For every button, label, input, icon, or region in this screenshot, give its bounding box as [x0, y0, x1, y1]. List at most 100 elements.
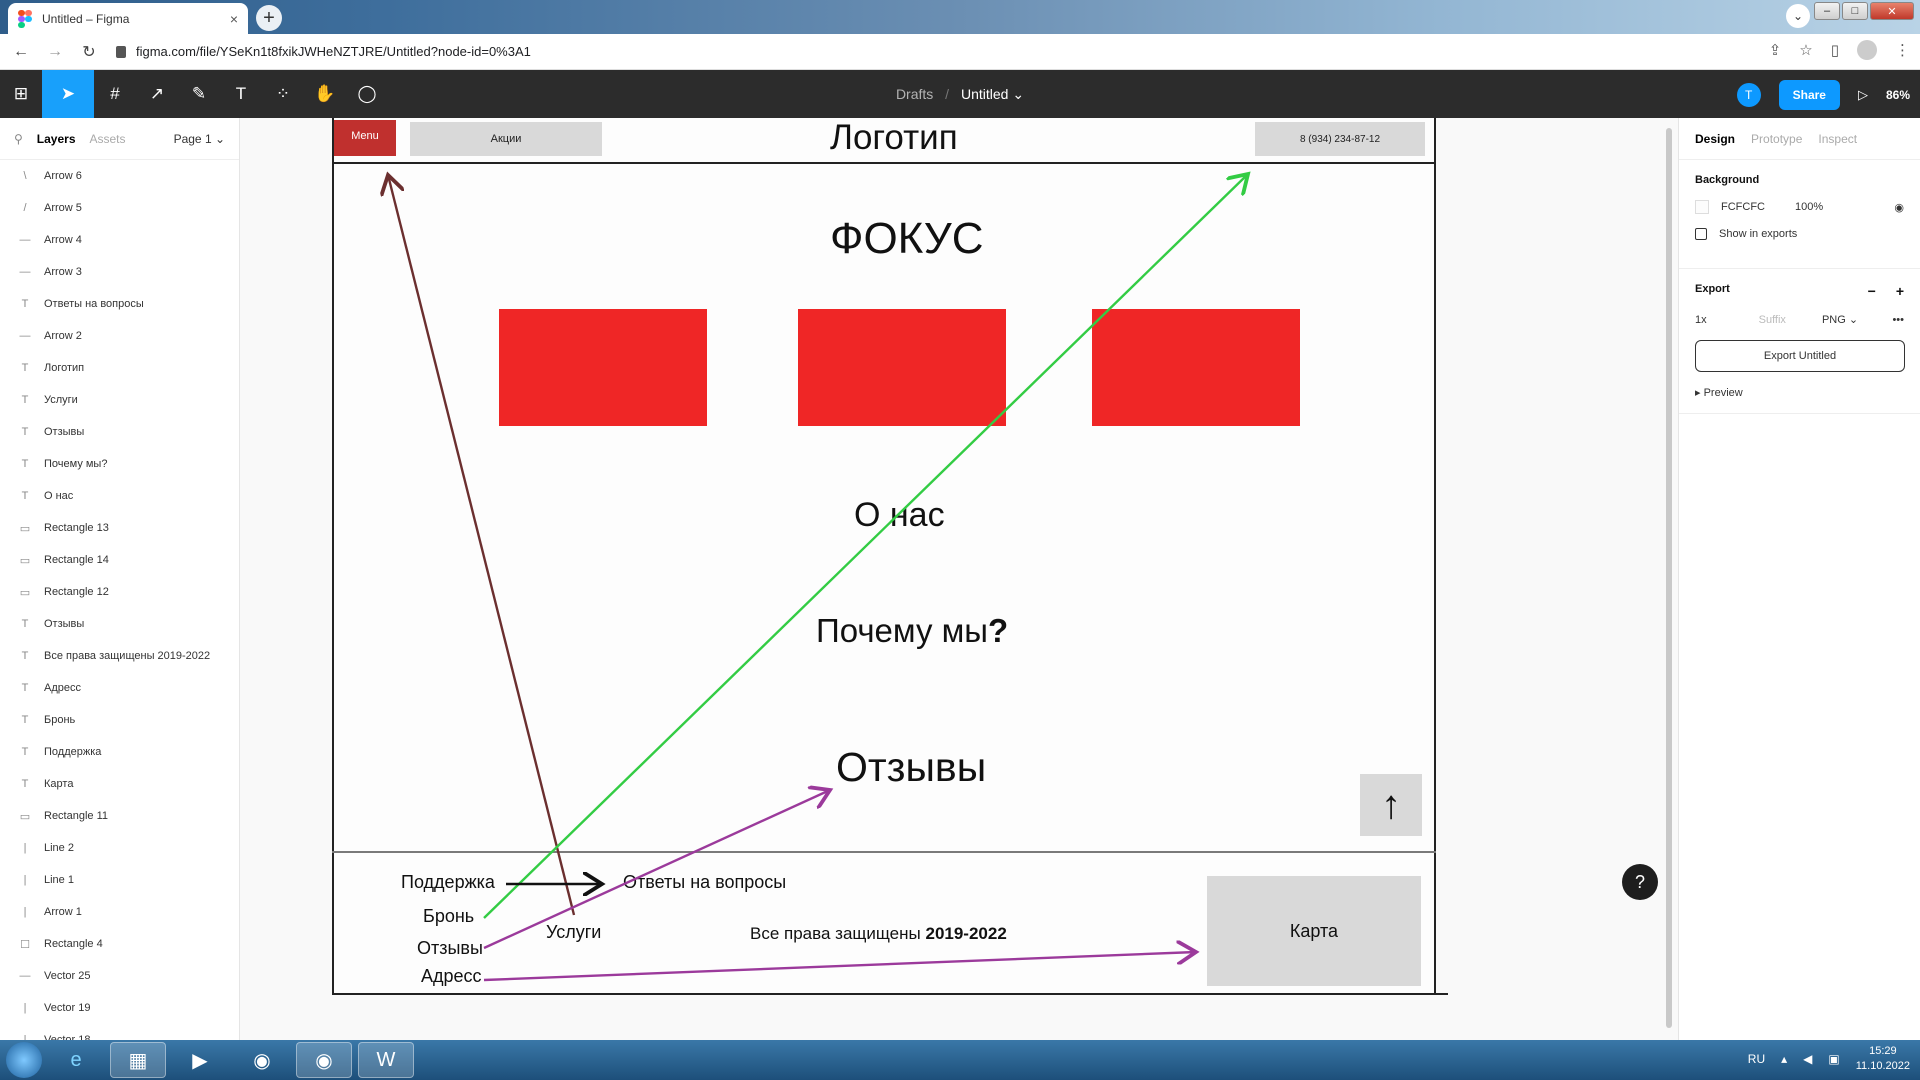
browser-tab[interactable]: Untitled – Figma × [8, 3, 248, 34]
layer-item[interactable]: ▭ Rectangle 11 [0, 800, 239, 832]
main-menu-icon[interactable]: ⊞ [0, 70, 42, 118]
chevron-down-icon[interactable]: ⌄ [1012, 86, 1024, 102]
layer-item[interactable]: T Услуги [0, 384, 239, 416]
layer-item[interactable]: T Адресс [0, 672, 239, 704]
minimize-button[interactable]: – [1814, 2, 1840, 20]
zoom-level[interactable]: 86% [1886, 88, 1910, 102]
export-suffix-input[interactable]: Suffix [1759, 314, 1786, 326]
chrome-active-icon[interactable]: ◉ [296, 1042, 352, 1078]
export-format-select[interactable]: PNG ⌄ [1822, 313, 1858, 326]
export-scale[interactable]: 1x [1695, 314, 1707, 326]
layer-item[interactable]: | Vector 19 [0, 992, 239, 1024]
eye-icon[interactable]: ◉ [1894, 201, 1904, 214]
layer-item[interactable]: ▭ Rectangle 14 [0, 544, 239, 576]
layer-item[interactable]: T О нас [0, 480, 239, 512]
close-window-button[interactable]: ✕ [1870, 2, 1914, 20]
remove-export-icon[interactable]: − [1868, 283, 1876, 299]
tab-assets[interactable]: Assets [90, 132, 126, 146]
layer-item[interactable]: T Логотип [0, 352, 239, 384]
help-button[interactable]: ? [1622, 864, 1658, 900]
more-options-icon[interactable]: ••• [1892, 314, 1904, 326]
tab-prototype[interactable]: Prototype [1751, 132, 1802, 146]
layer-item[interactable]: | Line 1 [0, 864, 239, 896]
comment-tool-icon[interactable]: ◯ [346, 70, 388, 118]
layer-name: Все права защищены 2019-2022 [44, 650, 211, 662]
tab-close-icon[interactable]: × [230, 11, 238, 27]
background-color-swatch[interactable] [1695, 200, 1709, 214]
start-button[interactable] [6, 1042, 42, 1078]
components-icon[interactable]: ⁘ [262, 70, 304, 118]
export-button[interactable]: Export Untitled [1695, 340, 1905, 372]
layer-item[interactable]: T Почему мы? [0, 448, 239, 480]
show-in-exports-checkbox[interactable] [1695, 228, 1707, 240]
text-tool-icon[interactable]: T [220, 70, 262, 118]
language-indicator[interactable]: RU [1748, 1052, 1765, 1066]
layer-item[interactable]: | Vector 18 [0, 1024, 239, 1040]
browser-menu-icon[interactable]: ⋮ [1895, 41, 1910, 59]
arrow-booking-to-top[interactable] [483, 174, 1248, 919]
tab-inspect[interactable]: Inspect [1818, 132, 1857, 146]
file-name[interactable]: Untitled [961, 86, 1008, 102]
frame-tool-icon[interactable]: # [94, 70, 136, 118]
new-tab-button[interactable]: + [256, 5, 282, 31]
layer-item[interactable]: ▭ Rectangle 12 [0, 576, 239, 608]
tab-design[interactable]: Design [1695, 132, 1735, 146]
share-button[interactable]: Share [1778, 80, 1840, 110]
pen-tool-icon[interactable]: ✎ [178, 70, 220, 118]
layer-item[interactable]: / Arrow 5 [0, 192, 239, 224]
layer-item[interactable]: | Line 2 [0, 832, 239, 864]
media-player-icon[interactable]: ▶ [172, 1042, 228, 1078]
layer-item[interactable]: T Все права защищены 2019-2022 [0, 640, 239, 672]
vertical-scrollbar[interactable] [1666, 128, 1672, 1028]
layer-item[interactable]: T Ответы на вопросы [0, 288, 239, 320]
reload-button[interactable]: ↻ [76, 39, 102, 65]
background-hex[interactable]: FCFCFC [1721, 201, 1765, 213]
arrow-services-to-menu[interactable] [388, 175, 576, 916]
share-page-icon[interactable]: ⇪ [1769, 41, 1782, 59]
layer-item[interactable]: T Поддержка [0, 736, 239, 768]
layer-item[interactable]: — Arrow 2 [0, 320, 239, 352]
hand-tool-icon[interactable]: ✋ [304, 70, 346, 118]
layer-item[interactable]: — Vector 25 [0, 960, 239, 992]
arrow-address-to-map[interactable] [483, 952, 1196, 982]
move-tool-icon[interactable]: ➤ [42, 70, 94, 118]
layer-item[interactable]: T Отзывы [0, 608, 239, 640]
profile-avatar[interactable] [1857, 40, 1877, 60]
search-icon[interactable]: ⚲ [14, 132, 23, 146]
layer-item[interactable]: T Бронь [0, 704, 239, 736]
volume-icon[interactable]: ◀ [1803, 1052, 1812, 1066]
page-selector[interactable]: Page 1 ⌄ [174, 132, 225, 146]
add-export-icon[interactable]: + [1896, 283, 1904, 299]
user-avatar[interactable]: T [1736, 83, 1761, 107]
word-icon[interactable]: W [358, 1042, 414, 1078]
side-panel-icon[interactable]: ▯ [1831, 41, 1839, 59]
breadcrumb-drafts[interactable]: Drafts [896, 86, 933, 102]
background-opacity[interactable]: 100% [1795, 201, 1823, 213]
present-play-icon[interactable]: ▷ [1858, 87, 1868, 103]
back-button[interactable]: ← [8, 39, 34, 65]
internet-explorer-icon[interactable]: e [48, 1042, 104, 1078]
tab-search-button[interactable]: ⌄ [1786, 4, 1810, 28]
chrome-icon[interactable]: ◉ [234, 1042, 290, 1078]
preview-toggle[interactable]: ▸ Preview [1695, 386, 1904, 399]
layer-item[interactable]: ☐ Rectangle 4 [0, 928, 239, 960]
maximize-button[interactable]: □ [1842, 2, 1868, 20]
arrow-tool-icon[interactable]: ↗ [136, 70, 178, 118]
layer-item[interactable]: — Arrow 4 [0, 224, 239, 256]
url-field[interactable]: figma.com/file/YSeKn1t8fxikJWHeNZTJRE/Un… [116, 44, 531, 59]
file-explorer-icon[interactable]: ▦ [110, 1042, 166, 1078]
tray-arrow-icon[interactable]: ▴ [1781, 1052, 1787, 1066]
layer-item[interactable]: T Отзывы [0, 416, 239, 448]
layer-item[interactable]: | Arrow 1 [0, 896, 239, 928]
layer-item[interactable]: \ Arrow 6 [0, 160, 239, 192]
forward-button[interactable]: → [42, 39, 68, 65]
layer-item[interactable]: T Карта [0, 768, 239, 800]
network-icon[interactable]: ▣ [1828, 1052, 1839, 1066]
tab-layers[interactable]: Layers [37, 132, 76, 146]
layer-item[interactable]: ▭ Rectangle 13 [0, 512, 239, 544]
layer-item[interactable]: — Arrow 3 [0, 256, 239, 288]
canvas[interactable]: Menu Акции 8 (934) 234-87-12 Логотип ФОК… [240, 118, 1678, 1040]
bookmark-star-icon[interactable]: ☆ [1799, 41, 1812, 59]
clock[interactable]: 15:29 11.10.2022 [1856, 1044, 1910, 1074]
layer-type-icon: T [21, 490, 29, 502]
